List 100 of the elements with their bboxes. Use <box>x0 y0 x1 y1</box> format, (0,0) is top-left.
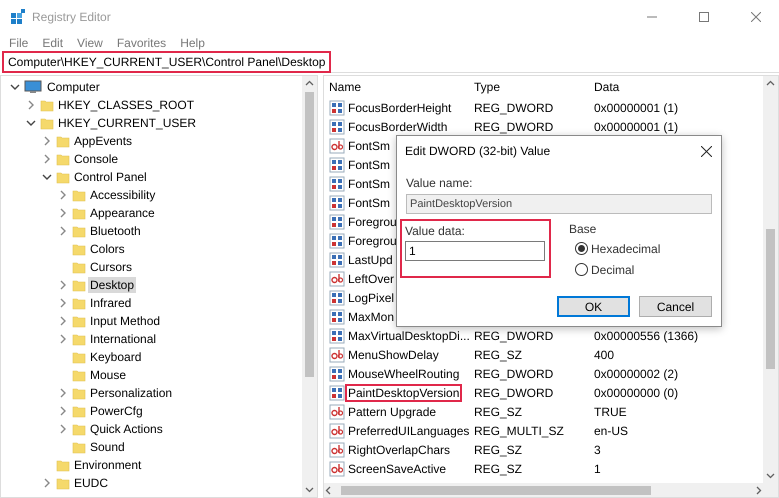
string-value-icon <box>329 346 345 362</box>
tree-item[interactable]: HKEY_CURRENT_USER <box>56 115 198 131</box>
menu-item[interactable]: Favorites <box>116 36 166 50</box>
address-field[interactable]: Computer\HKEY_CURRENT_USER\Control Panel\Desktop <box>2 51 332 73</box>
tree-item[interactable]: HKEY_CLASSES_ROOT <box>56 97 196 113</box>
value-name[interactable]: MaxMon <box>345 308 398 326</box>
folder-icon <box>72 422 86 436</box>
folder-icon <box>56 152 70 166</box>
tree-item[interactable]: Accessibility <box>88 187 158 203</box>
folder-icon <box>56 170 70 184</box>
tree-item[interactable]: Quick Actions <box>88 421 165 437</box>
folder-icon <box>72 206 86 220</box>
string-value-icon <box>329 442 345 458</box>
scrollbar-thumb[interactable] <box>766 229 775 370</box>
tree-item[interactable]: Input Method <box>88 313 162 329</box>
scroll-left-icon[interactable] <box>324 486 333 494</box>
tree-item[interactable]: Keyboard <box>88 349 144 365</box>
value-name[interactable]: LeftOver <box>345 270 398 288</box>
folder-icon <box>72 242 86 256</box>
folder-icon <box>56 458 70 472</box>
dialog-button[interactable]: Cancel <box>639 296 712 317</box>
close-icon <box>700 146 712 156</box>
string-value-icon <box>329 270 345 286</box>
value-data: 3 <box>594 442 602 456</box>
value-name[interactable]: Pattern Upgrade <box>345 402 440 420</box>
value-data: 0x00000002 (2) <box>594 366 680 380</box>
scroll-up-icon[interactable] <box>305 79 314 88</box>
scrollbar[interactable] <box>763 76 778 483</box>
scrollbar[interactable] <box>324 483 778 497</box>
value-name[interactable]: FontSm <box>345 174 394 192</box>
folder-icon <box>72 314 86 328</box>
tree-item[interactable]: International <box>88 331 158 347</box>
tree-item[interactable]: Control Panel <box>72 169 149 185</box>
tree-item[interactable]: Environment <box>72 457 144 473</box>
tree-item[interactable]: Desktop <box>88 277 136 293</box>
menu-item[interactable]: Help <box>180 36 205 50</box>
value-name[interactable]: MaxVirtualDesktopDi... <box>345 326 473 344</box>
value-name-field: PaintDesktopVersion <box>406 194 712 214</box>
column-header[interactable]: Data <box>594 80 763 94</box>
value-name[interactable]: Foregrou <box>345 212 400 230</box>
scrollbar-thumb[interactable] <box>305 92 314 378</box>
value-data: TRUE <box>594 404 628 418</box>
value-name[interactable]: RightOverlapChars <box>345 440 454 458</box>
folder-icon <box>56 134 70 148</box>
binary-value-icon <box>329 194 345 210</box>
string-value-icon <box>329 460 345 476</box>
value-name[interactable]: LastUpd <box>345 250 396 268</box>
value-name[interactable]: FontSm <box>345 136 394 154</box>
value-name[interactable]: LogPixel <box>345 288 398 306</box>
radio-label[interactable]: Decimal <box>591 262 634 276</box>
scroll-up-icon[interactable] <box>766 79 775 88</box>
menu-item[interactable]: View <box>77 36 103 50</box>
value-name[interactable]: PaintDesktopVersion <box>345 384 462 402</box>
window-title: Registry Editor <box>32 10 112 24</box>
folder-icon <box>72 296 86 310</box>
scroll-down-icon[interactable] <box>305 485 314 494</box>
dialog-button[interactable]: OK <box>557 296 630 317</box>
column-header[interactable]: Name <box>329 80 474 94</box>
menu-item[interactable]: Edit <box>42 36 64 50</box>
maximize-icon <box>699 12 709 22</box>
tree-item[interactable]: Infrared <box>88 295 134 311</box>
column-header[interactable]: Type <box>474 80 594 94</box>
folder-icon <box>72 224 86 238</box>
value-name[interactable]: FontSm <box>345 194 394 212</box>
radio-button[interactable] <box>575 263 588 276</box>
menu-item[interactable]: File <box>9 36 28 50</box>
radio-label[interactable]: Hexadecimal <box>591 242 660 256</box>
tree-item[interactable]: Computer <box>45 79 102 95</box>
tree-item[interactable]: Console <box>72 151 120 167</box>
value-name[interactable]: FocusBorderHeight <box>345 98 454 116</box>
tree-item[interactable]: PowerCfg <box>88 403 145 419</box>
value-name[interactable]: MouseWheelRouting <box>345 364 462 382</box>
tree-item[interactable]: Mouse <box>88 367 128 383</box>
tree-item[interactable]: Personalization <box>88 385 174 401</box>
folder-icon <box>56 476 70 490</box>
tree-item[interactable]: Appearance <box>88 205 157 221</box>
string-value-icon <box>329 138 345 154</box>
value-name[interactable]: MenuShowDelay <box>345 346 442 364</box>
value-name[interactable]: ScreenSaveActive <box>345 460 450 478</box>
tree-item[interactable]: Sound <box>88 439 127 455</box>
tree-item[interactable]: Cursors <box>88 259 134 275</box>
binary-value-icon <box>329 100 345 116</box>
value-name[interactable]: FontSm <box>345 156 394 174</box>
tree-item[interactable]: Colors <box>88 241 127 257</box>
value-data-field[interactable]: 1 <box>405 241 545 261</box>
scroll-down-icon[interactable] <box>766 471 775 480</box>
tree-item[interactable]: Bluetooth <box>88 223 143 239</box>
value-name[interactable]: FocusBorderWidth <box>345 118 450 136</box>
field-label: Value data: <box>405 224 466 238</box>
field-label: Value name: <box>406 176 474 190</box>
tree-item[interactable]: AppEvents <box>72 133 134 149</box>
radio-button[interactable] <box>575 242 588 255</box>
scroll-right-icon[interactable] <box>754 486 763 494</box>
scrollbar[interactable] <box>302 76 317 497</box>
value-data: 0x00000556 (1366) <box>594 328 700 342</box>
value-name[interactable]: PreferredUILanguages <box>345 422 472 440</box>
scrollbar-thumb[interactable] <box>341 486 651 494</box>
tree-item[interactable]: EUDC <box>72 475 110 491</box>
binary-value-icon <box>329 232 345 248</box>
value-name[interactable]: Foregrou <box>345 232 400 250</box>
